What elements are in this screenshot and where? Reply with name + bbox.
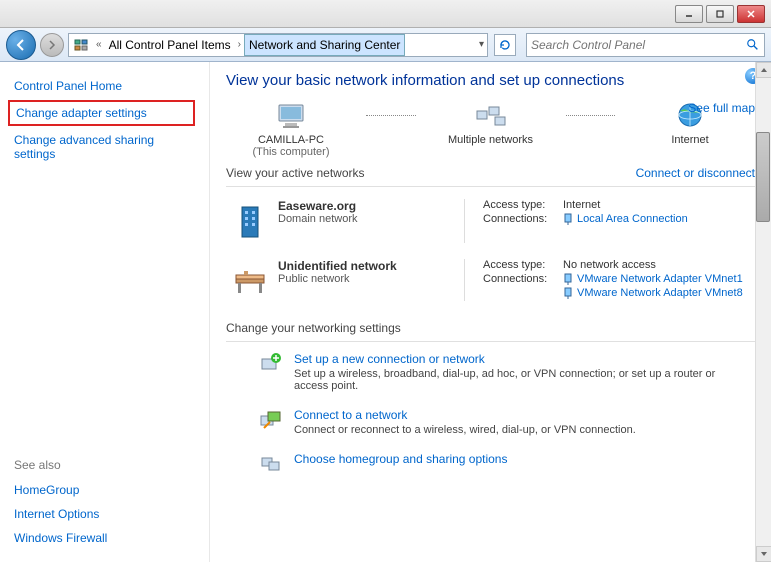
connection-link-vmnet8[interactable]: VMware Network Adapter VMnet8 [563, 287, 743, 299]
breadcrumb-dropdown-icon[interactable]: ▾ [476, 39, 487, 50]
map-multiple-networks: Multiple networks [426, 101, 556, 158]
network-name: Easeware.org [278, 199, 464, 213]
control-panel-icon [73, 37, 89, 53]
setting-connect-network: Connect to a network Connect or reconnec… [226, 402, 755, 446]
map-computer-label: CAMILLA-PC [226, 134, 356, 146]
setting-desc: Connect or reconnect to a wireless, wire… [294, 424, 636, 436]
network-type: Public network [278, 273, 464, 285]
adapter-icon [563, 273, 573, 285]
page-title: View your basic network information and … [226, 72, 755, 89]
connection-link-lan[interactable]: Local Area Connection [563, 213, 688, 225]
map-computer-sublabel: (This computer) [226, 146, 356, 158]
connections-label: Connections: [483, 273, 563, 285]
map-middle-label: Multiple networks [426, 134, 556, 146]
seealso-windows-firewall[interactable]: Windows Firewall [14, 526, 107, 550]
active-networks-label: View your active networks Connect or dis… [226, 166, 755, 180]
network-name: Unidentified network [278, 259, 464, 273]
nav-back-button[interactable] [6, 30, 36, 60]
setting-title-link[interactable]: Connect to a network [294, 408, 636, 422]
breadcrumb-root-icon[interactable] [69, 34, 93, 56]
chevron-right-icon[interactable]: › [235, 39, 244, 50]
see-full-map-link[interactable]: See full map [688, 101, 755, 115]
sidebar-advanced-link[interactable]: Change advanced sharing settings [14, 128, 195, 166]
domain-network-icon [226, 199, 274, 243]
refresh-icon [498, 38, 512, 52]
network-block-public: Unidentified network Public network Acce… [226, 251, 755, 309]
seealso-homegroup[interactable]: HomeGroup [14, 478, 107, 502]
new-connection-icon [256, 352, 284, 392]
network-map: See full map CAMILLA-PC (This computer) … [226, 101, 755, 158]
content-pane: ? View your basic network information an… [210, 62, 771, 562]
adapter-icon [563, 287, 573, 299]
seealso-internet-options[interactable]: Internet Options [14, 502, 107, 526]
breadcrumb-item-all[interactable]: All Control Panel Items [105, 34, 235, 56]
networks-icon [473, 101, 509, 131]
minimize-button[interactable] [675, 5, 703, 23]
chevron-icon[interactable]: « [93, 39, 105, 50]
access-type-value: No network access [563, 259, 656, 271]
setting-title-link[interactable]: Choose homegroup and sharing options [294, 452, 507, 466]
map-connector [366, 115, 416, 116]
sidebar-adapter-highlight: Change adapter settings [8, 100, 195, 126]
nav-forward-button [40, 33, 64, 57]
main-area: Control Panel Home Change adapter settin… [0, 62, 771, 562]
scroll-up-button[interactable] [756, 62, 771, 78]
search-box[interactable] [526, 33, 765, 57]
network-type: Domain network [278, 213, 464, 225]
connections-label: Connections: [483, 213, 563, 225]
connect-network-icon [256, 408, 284, 436]
access-type-label: Access type: [483, 199, 563, 211]
sidebar-home-link[interactable]: Control Panel Home [14, 74, 195, 98]
see-also-header: See also [14, 458, 107, 472]
refresh-button[interactable] [494, 34, 516, 56]
public-network-icon [226, 259, 274, 301]
connect-disconnect-link[interactable]: Connect or disconnect [636, 166, 755, 180]
map-connector [566, 115, 616, 116]
see-also-section: See also HomeGroup Internet Options Wind… [14, 458, 107, 550]
access-type-label: Access type: [483, 259, 563, 271]
network-block-domain: Easeware.org Domain network Access type:… [226, 191, 755, 251]
window-titlebar [0, 0, 771, 28]
search-input[interactable] [531, 38, 746, 52]
access-type-value: Internet [563, 199, 600, 211]
setting-desc: Set up a wireless, broadband, dial-up, a… [294, 368, 724, 392]
setting-new-connection: Set up a new connection or network Set u… [226, 346, 755, 402]
arrow-right-icon [47, 40, 57, 50]
scroll-thumb[interactable] [756, 132, 770, 222]
setting-title-link[interactable]: Set up a new connection or network [294, 352, 724, 366]
close-button[interactable] [737, 5, 765, 23]
setting-homegroup: Choose homegroup and sharing options [226, 446, 755, 486]
computer-icon [273, 101, 309, 131]
sidebar: Control Panel Home Change adapter settin… [0, 62, 210, 562]
search-icon[interactable] [746, 38, 760, 52]
arrow-left-icon [14, 38, 28, 52]
adapter-icon [563, 213, 573, 225]
breadcrumb-item-current[interactable]: Network and Sharing Center [244, 34, 405, 56]
map-internet-label: Internet [625, 134, 755, 146]
homegroup-icon [256, 452, 284, 476]
connection-link-vmnet1[interactable]: VMware Network Adapter VMnet1 [563, 273, 743, 285]
map-this-computer: CAMILLA-PC (This computer) [226, 101, 356, 158]
vertical-scrollbar[interactable] [755, 62, 771, 562]
breadcrumb-bar[interactable]: « All Control Panel Items › Network and … [68, 33, 488, 57]
address-toolbar: « All Control Panel Items › Network and … [0, 28, 771, 62]
sidebar-adapter-link[interactable]: Change adapter settings [16, 106, 187, 120]
change-settings-label: Change your networking settings [226, 321, 755, 335]
scroll-down-button[interactable] [756, 546, 771, 562]
maximize-button[interactable] [706, 5, 734, 23]
